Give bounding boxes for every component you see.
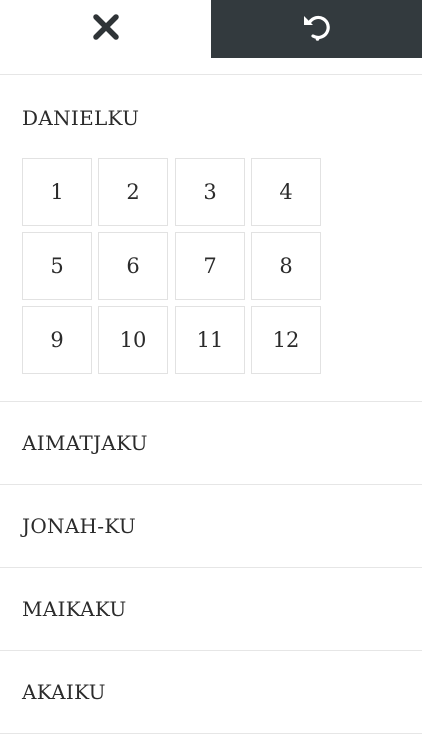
chapter-button-6[interactable]: 6	[98, 232, 168, 300]
top-toolbar	[0, 0, 422, 58]
book-label: MAIKAKU	[22, 597, 127, 621]
reset-button[interactable]	[211, 0, 422, 58]
chapter-button-11[interactable]: 11	[175, 306, 245, 374]
close-button[interactable]	[0, 0, 211, 58]
chapter-button-2[interactable]: 2	[98, 158, 168, 226]
book-item-maikaku[interactable]: MAIKAKU	[0, 568, 422, 650]
undo-icon	[300, 10, 334, 48]
book-item-jonah-ku[interactable]: JONAH-KU	[0, 485, 422, 567]
book-label: AKAIKU	[22, 680, 106, 704]
chapter-button-10[interactable]: 10	[98, 306, 168, 374]
chapter-button-12[interactable]: 12	[251, 306, 321, 374]
book-item-danielku[interactable]: DANIELKU	[0, 77, 422, 159]
book-item-aimatjaku[interactable]: AIMATJAKU	[0, 402, 422, 484]
chapter-button-5[interactable]: 5	[22, 232, 92, 300]
chapter-button-9[interactable]: 9	[22, 306, 92, 374]
toolbar-divider	[0, 74, 422, 75]
book-label: JONAH-KU	[22, 514, 137, 538]
chapter-button-8[interactable]: 8	[251, 232, 321, 300]
divider	[0, 733, 422, 734]
close-icon	[92, 13, 120, 45]
book-item-akaiku[interactable]: AKAIKU	[0, 651, 422, 733]
book-label: DANIELKU	[22, 106, 140, 130]
chapter-button-3[interactable]: 3	[175, 158, 245, 226]
chapter-button-4[interactable]: 4	[251, 158, 321, 226]
book-label: AIMATJAKU	[22, 431, 148, 455]
chapter-button-1[interactable]: 1	[22, 158, 92, 226]
chapter-button-7[interactable]: 7	[175, 232, 245, 300]
